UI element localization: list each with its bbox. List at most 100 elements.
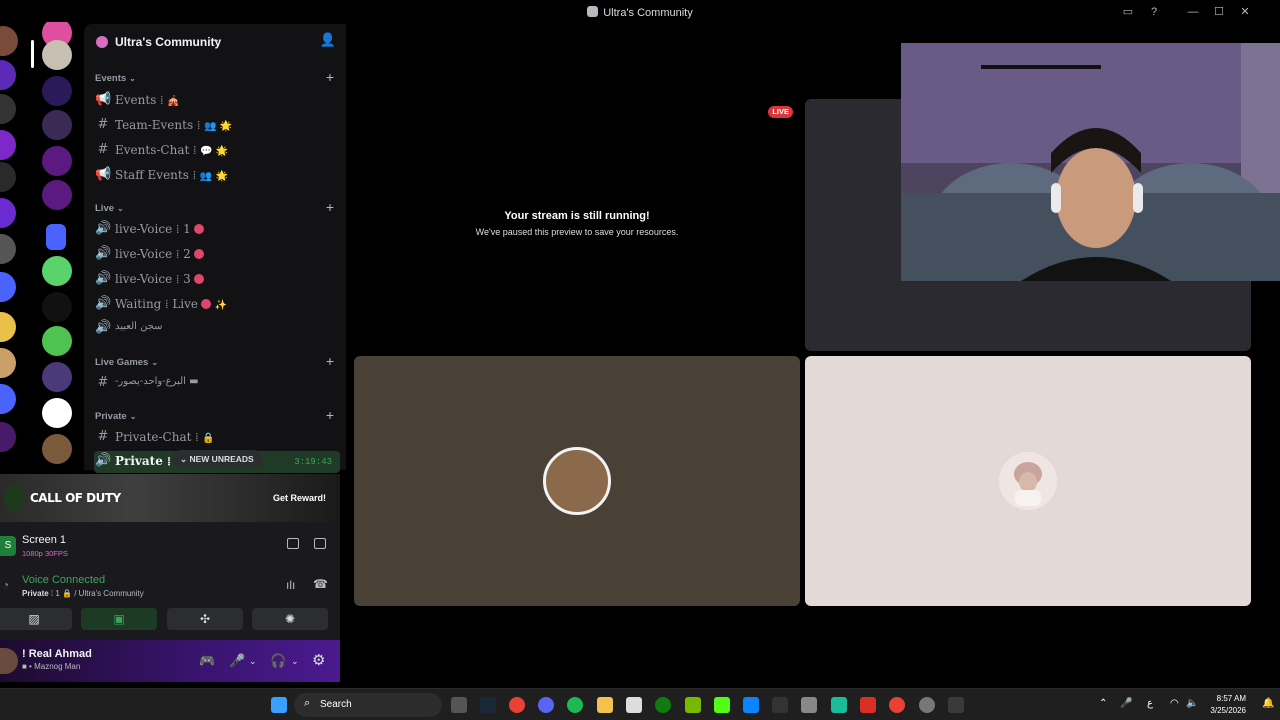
server-icon[interactable]	[0, 130, 16, 160]
category-live-games[interactable]: Live Games ⌄	[95, 357, 158, 368]
help-icon[interactable]: ?	[1146, 4, 1162, 20]
voice-status[interactable]: Voice Connected	[22, 574, 105, 586]
server-icon[interactable]	[0, 312, 16, 342]
server-icon[interactable]	[0, 234, 16, 264]
app-icon[interactable]	[831, 697, 847, 713]
server-icon[interactable]	[0, 26, 18, 56]
steam-icon[interactable]	[480, 697, 496, 713]
microphone-icon[interactable]: 🎤	[229, 653, 245, 669]
channel-live-voice-3[interactable]: 🔊 live-Voice ⁞ 3	[94, 269, 334, 289]
chrome-icon[interactable]	[889, 697, 905, 713]
server-icon[interactable]	[0, 198, 16, 228]
controller-icon[interactable]: 🎮	[199, 653, 215, 669]
maximize-button[interactable]: ☐	[1211, 4, 1227, 20]
server-icon[interactable]	[42, 398, 72, 428]
camera-app-icon[interactable]	[451, 697, 467, 713]
app-icon[interactable]	[743, 697, 759, 713]
channel-live-game[interactable]: # -البرع-واحد-يصور ▬	[94, 373, 334, 393]
chevron-down-icon[interactable]: ⌄	[249, 656, 257, 667]
channel-prison[interactable]: 🔊 سجن العبيد	[94, 318, 334, 338]
app-icon[interactable]	[948, 697, 964, 713]
server-icon[interactable]	[42, 40, 72, 70]
server-icon[interactable]	[42, 146, 72, 176]
spotify-icon[interactable]	[567, 697, 583, 713]
new-unreads-pill[interactable]: ⌄ NEW UNREADS	[172, 450, 262, 468]
app-icon[interactable]	[860, 697, 876, 713]
server-icon[interactable]	[42, 180, 72, 210]
camera-off-button[interactable]: ▨	[0, 608, 72, 630]
kick-icon[interactable]	[714, 697, 730, 713]
channel-events[interactable]: 📢 Events ⁞ 🎪	[94, 90, 334, 110]
channel-staff-events[interactable]: 📢 Staff Events ⁞ 👥 🌟	[94, 165, 334, 185]
app-icon[interactable]	[772, 697, 788, 713]
server-icon[interactable]	[42, 326, 72, 356]
server-icon[interactable]	[0, 162, 16, 192]
server-icon[interactable]	[0, 348, 16, 378]
wifi-icon[interactable]: ◠	[1170, 698, 1179, 709]
stop-stream-icon[interactable]	[287, 538, 299, 549]
language-icon[interactable]: ع	[1147, 698, 1153, 709]
server-icon[interactable]	[42, 76, 72, 106]
noise-suppression-icon[interactable]: ılı	[286, 578, 295, 592]
participant-tile[interactable]	[354, 356, 800, 606]
channel-events-chat[interactable]: # Events-Chat ⁞ 💬 🌟	[94, 140, 334, 160]
app-icon[interactable]	[801, 697, 817, 713]
notification-icon[interactable]: 🔔	[1262, 698, 1274, 709]
invite-people-icon[interactable]: 👤	[320, 32, 336, 48]
voice-location[interactable]: Private ⁞ 1 🔒 / Ultra's Community	[22, 589, 144, 598]
soundboard-button[interactable]: ✺	[252, 608, 328, 630]
clock[interactable]: 8:57 AM 3/25/2026	[1210, 693, 1246, 717]
channel-waiting-live[interactable]: 🔊 Waiting ⁞ Live ✨	[94, 294, 334, 314]
participant-tile[interactable]	[805, 356, 1251, 606]
category-events[interactable]: Events ⌄	[95, 73, 136, 84]
store-icon[interactable]	[626, 697, 642, 713]
stream-settings-icon[interactable]	[314, 538, 326, 549]
start-icon[interactable]	[271, 697, 287, 713]
nvidia-icon[interactable]	[685, 697, 701, 713]
stream-tile[interactable]: LIVE Your stream is still running! We've…	[354, 99, 800, 351]
minimize-button[interactable]: —	[1185, 4, 1201, 20]
server-icon[interactable]	[0, 384, 16, 414]
close-button[interactable]: ✕	[1237, 4, 1253, 20]
get-reward-button[interactable]: Get Reward!	[267, 488, 332, 508]
create-channel-icon[interactable]: +	[326, 353, 334, 369]
activities-button[interactable]: ✣	[167, 608, 243, 630]
server-icon[interactable]	[42, 292, 72, 322]
inbox-icon[interactable]: ▭	[1120, 4, 1136, 20]
microphone-icon[interactable]: 🎤	[1120, 698, 1132, 709]
share-screen-button[interactable]: ▣	[81, 608, 157, 630]
create-channel-icon[interactable]: +	[326, 69, 334, 85]
channel-team-events[interactable]: # Team-Events ⁞ 👥 🌟	[94, 115, 334, 135]
server-icon[interactable]	[42, 110, 72, 140]
create-channel-icon[interactable]: +	[326, 199, 334, 215]
server-folder-icon[interactable]	[46, 224, 66, 250]
taskbar-search[interactable]: ⌕ Search	[294, 693, 442, 717]
server-icon[interactable]	[42, 434, 72, 464]
avatar[interactable]	[0, 648, 18, 674]
server-icon[interactable]	[42, 362, 72, 392]
server-icon[interactable]	[42, 256, 72, 286]
category-private[interactable]: Private ⌄	[95, 411, 136, 422]
username[interactable]: ! Real Ahmad	[22, 648, 92, 660]
volume-icon[interactable]: 🔈	[1186, 698, 1198, 709]
chevron-down-icon[interactable]: ⌄	[291, 656, 299, 667]
disconnect-icon[interactable]: ☎	[313, 577, 328, 591]
channel-private-chat[interactable]: # Private-Chat ⁞ 🔒	[94, 427, 334, 447]
xbox-icon[interactable]	[655, 697, 671, 713]
channel-live-voice-1[interactable]: 🔊 live-Voice ⁞ 1	[94, 219, 334, 239]
server-icon[interactable]	[0, 272, 16, 302]
discord-icon[interactable]	[538, 697, 554, 713]
headphones-icon[interactable]: 🎧	[270, 653, 286, 669]
settings-icon[interactable]	[919, 697, 935, 713]
chevron-up-icon[interactable]: ⌃	[1099, 698, 1107, 709]
server-icon[interactable]	[0, 94, 16, 124]
server-icon[interactable]	[0, 422, 16, 452]
channel-live-voice-2[interactable]: 🔊 live-Voice ⁞ 2	[94, 244, 334, 264]
server-icon[interactable]	[0, 60, 16, 90]
file-explorer-icon[interactable]	[597, 697, 613, 713]
category-live[interactable]: Live ⌄	[95, 203, 124, 214]
create-channel-icon[interactable]: +	[326, 407, 334, 423]
gear-icon[interactable]: ⚙	[312, 651, 325, 669]
server-header[interactable]: Ultra's Community ⌄ 👤	[84, 30, 346, 54]
chrome-icon[interactable]	[509, 697, 525, 713]
